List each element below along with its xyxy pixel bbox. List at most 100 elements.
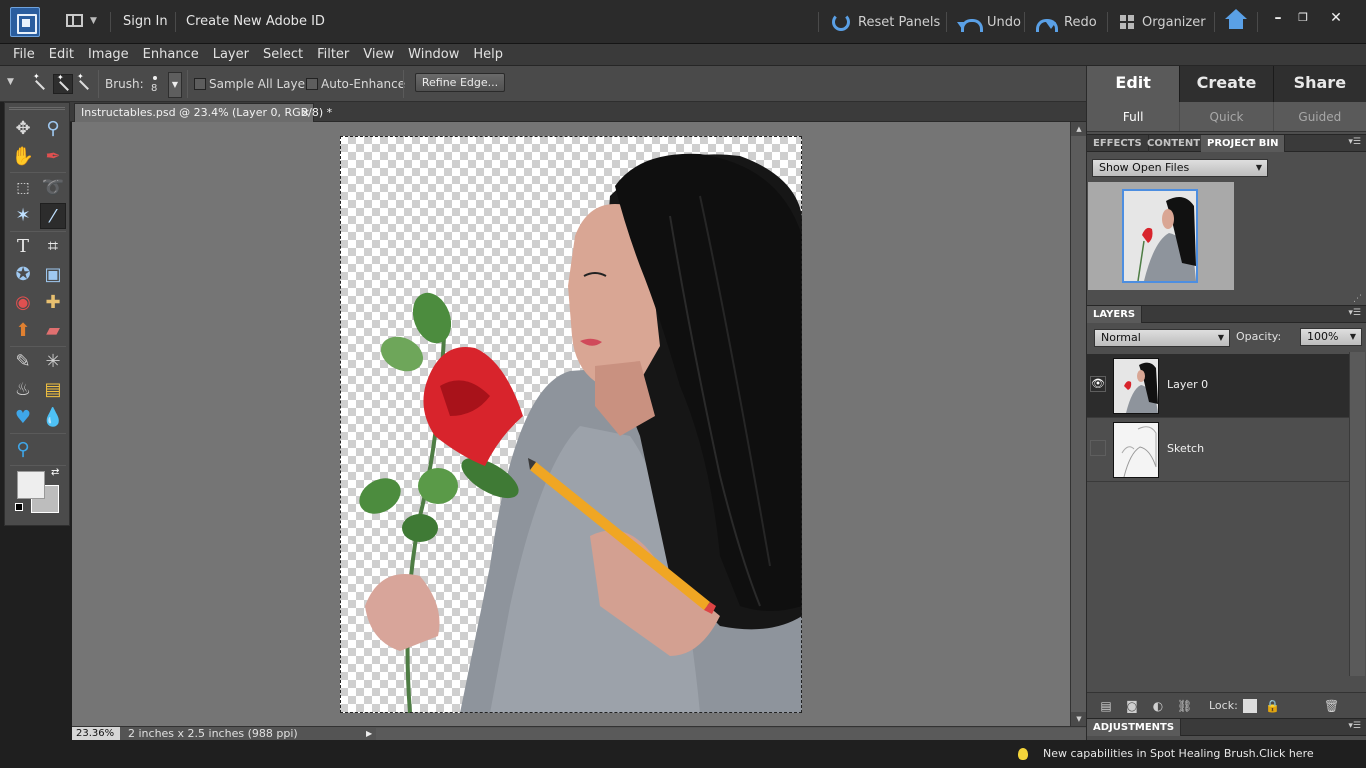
scroll-up-arrow[interactable]: ▲	[1071, 122, 1087, 136]
tab-create[interactable]: Create	[1180, 66, 1274, 102]
brush-picker[interactable]: 8 ▼	[144, 72, 182, 98]
tab-effects[interactable]: EFFECTS	[1087, 135, 1149, 152]
marquee-tool-icon[interactable]: ⬚	[10, 175, 36, 201]
tab-project-bin[interactable]: PROJECT BIN	[1201, 135, 1286, 152]
close-tab-icon[interactable]: ×	[301, 104, 310, 121]
tool-preset-dropdown[interactable]: ▼	[7, 77, 14, 87]
new-layer-icon[interactable]: ▤	[1099, 699, 1113, 713]
trash-icon[interactable]: 🗑	[1324, 699, 1339, 713]
tab-edit[interactable]: Edit	[1087, 66, 1181, 102]
hand-tool-icon[interactable]: ✋	[10, 144, 36, 170]
tab-quick[interactable]: Quick	[1180, 102, 1274, 131]
menu-file[interactable]: File	[6, 44, 42, 65]
visibility-toggle[interactable]	[1090, 440, 1106, 456]
layer-row-layer-0[interactable]: 👁 Layer 0	[1087, 354, 1349, 418]
spot-healing-tool-icon[interactable]: ✚	[40, 290, 66, 316]
cookie-cutter-tool-icon[interactable]: ✪	[10, 262, 36, 288]
lasso-tool-icon[interactable]: ➰	[40, 175, 66, 201]
undo-button[interactable]: Undo	[957, 11, 1021, 33]
add-mask-icon[interactable]: ◙	[1125, 699, 1139, 713]
menu-view[interactable]: View	[356, 44, 401, 65]
menu-enhance[interactable]: Enhance	[136, 44, 206, 65]
status-menu-arrow[interactable]: ▶	[366, 727, 372, 740]
panel-menu-icon[interactable]: ▾☰	[1348, 721, 1361, 731]
document-tab[interactable]: Instructables.psd @ 23.4% (Layer 0, RGB/…	[74, 103, 332, 122]
image-canvas[interactable]	[340, 136, 802, 713]
sponge-tool-icon[interactable]: ⚲	[10, 437, 36, 463]
brush-tool-icon[interactable]: ✎	[10, 349, 36, 375]
bin-thumbnail[interactable]	[1122, 189, 1198, 283]
home-icon[interactable]	[1225, 9, 1247, 31]
create-adobe-id-link[interactable]: Create New Adobe ID	[186, 14, 325, 29]
panel-menu-icon[interactable]: ▾☰	[1348, 308, 1361, 318]
new-selection-mode-icon[interactable]	[30, 74, 50, 94]
menu-edit[interactable]: Edit	[42, 44, 81, 65]
horizontal-scrollbar[interactable]	[376, 728, 1140, 740]
tip-link[interactable]: New capabilities in Spot Healing Brush.C…	[1043, 747, 1314, 760]
swap-colors-icon[interactable]: ⇄	[51, 467, 59, 478]
organizer-button[interactable]: Organizer	[1120, 11, 1206, 33]
redo-button[interactable]: Redo	[1034, 11, 1097, 33]
toolbox-grip[interactable]	[9, 107, 65, 110]
eye-icon[interactable]: 👁	[1090, 376, 1106, 392]
show-files-dropdown[interactable]: Show Open Files ▼	[1092, 159, 1268, 177]
layers-scrollbar[interactable]	[1349, 352, 1365, 676]
adjustments-title[interactable]: ADJUSTMENTS	[1087, 719, 1182, 736]
resize-grip-icon[interactable]: ⋰	[1353, 294, 1362, 304]
add-selection-mode-icon[interactable]	[53, 74, 73, 94]
vertical-scrollbar[interactable]: ▲ ▼	[1070, 122, 1087, 726]
sign-in-link[interactable]: Sign In	[123, 14, 168, 29]
refine-edge-button[interactable]: Refine Edge...	[415, 73, 505, 92]
blur-tool-icon[interactable]: 💧	[40, 405, 66, 431]
lock-all-icon[interactable]: 🔒	[1265, 699, 1280, 713]
menu-filter[interactable]: Filter	[310, 44, 356, 65]
paint-bucket-tool-icon[interactable]: ♨	[10, 377, 36, 403]
menu-window[interactable]: Window	[401, 44, 466, 65]
zoom-level-field[interactable]: 23.36%	[72, 727, 120, 740]
quick-selection-tool-icon[interactable]: ⁄	[40, 203, 66, 229]
eraser-tool-icon[interactable]: ▰	[40, 318, 66, 344]
menu-layer[interactable]: Layer	[206, 44, 256, 65]
foreground-color-swatch[interactable]	[17, 471, 45, 499]
opacity-field[interactable]: 100% ▼	[1300, 328, 1362, 346]
magic-wand-tool-icon[interactable]: ✶	[10, 203, 36, 229]
eyedropper-tool-icon[interactable]: ✒	[40, 144, 66, 170]
crop-tool-icon[interactable]: ⌗	[40, 234, 66, 260]
recompose-tool-icon[interactable]: ▣	[40, 262, 66, 288]
scroll-down-arrow[interactable]: ▼	[1071, 712, 1087, 726]
screen-layout-button[interactable]: ▼	[66, 13, 100, 31]
menu-image[interactable]: Image	[81, 44, 136, 65]
tab-content[interactable]: CONTENT	[1141, 135, 1208, 152]
default-colors-icon[interactable]	[15, 503, 23, 511]
lock-transparency-icon[interactable]	[1243, 699, 1257, 713]
adjustment-layer-icon[interactable]: ◐	[1151, 699, 1165, 713]
red-eye-tool-icon[interactable]: ◉	[10, 290, 36, 316]
project-bin-area[interactable]	[1088, 182, 1234, 290]
tab-guided[interactable]: Guided	[1274, 102, 1366, 131]
blend-mode-dropdown[interactable]: Normal ▼	[1094, 329, 1230, 347]
minimize-button[interactable]: –	[1270, 10, 1286, 26]
auto-enhance-checkbox[interactable]	[306, 78, 318, 90]
sample-all-layers-checkbox[interactable]	[194, 78, 206, 90]
menu-select[interactable]: Select	[256, 44, 310, 65]
panel-menu-icon[interactable]: ▾☰	[1348, 137, 1361, 147]
layer-name[interactable]: Layer 0	[1167, 378, 1208, 391]
subtract-selection-mode-icon[interactable]	[74, 74, 94, 94]
chevron-down-icon[interactable]: ▼	[168, 72, 182, 98]
type-tool-icon[interactable]: T	[10, 234, 36, 260]
smart-brush-tool-icon[interactable]: ✳	[40, 349, 66, 375]
layer-name[interactable]: Sketch	[1167, 442, 1204, 455]
clone-stamp-tool-icon[interactable]: ⬆	[10, 318, 36, 344]
layer-row-sketch[interactable]: Sketch	[1087, 418, 1349, 482]
reset-panels-button[interactable]: Reset Panels	[832, 11, 940, 33]
move-tool-icon[interactable]: ✥	[10, 116, 36, 142]
tab-share[interactable]: Share	[1273, 66, 1366, 102]
tab-full[interactable]: Full	[1087, 102, 1181, 131]
link-layers-icon[interactable]: ⛓	[1177, 699, 1192, 713]
zoom-tool-icon[interactable]: ⚲	[40, 116, 66, 142]
shape-tool-icon[interactable]: ♥	[10, 405, 36, 431]
close-button[interactable]: ✕	[1328, 10, 1344, 26]
maximize-button[interactable]: ❐	[1295, 10, 1311, 26]
gradient-tool-icon[interactable]: ▤	[40, 377, 66, 403]
menu-help[interactable]: Help	[466, 44, 510, 65]
